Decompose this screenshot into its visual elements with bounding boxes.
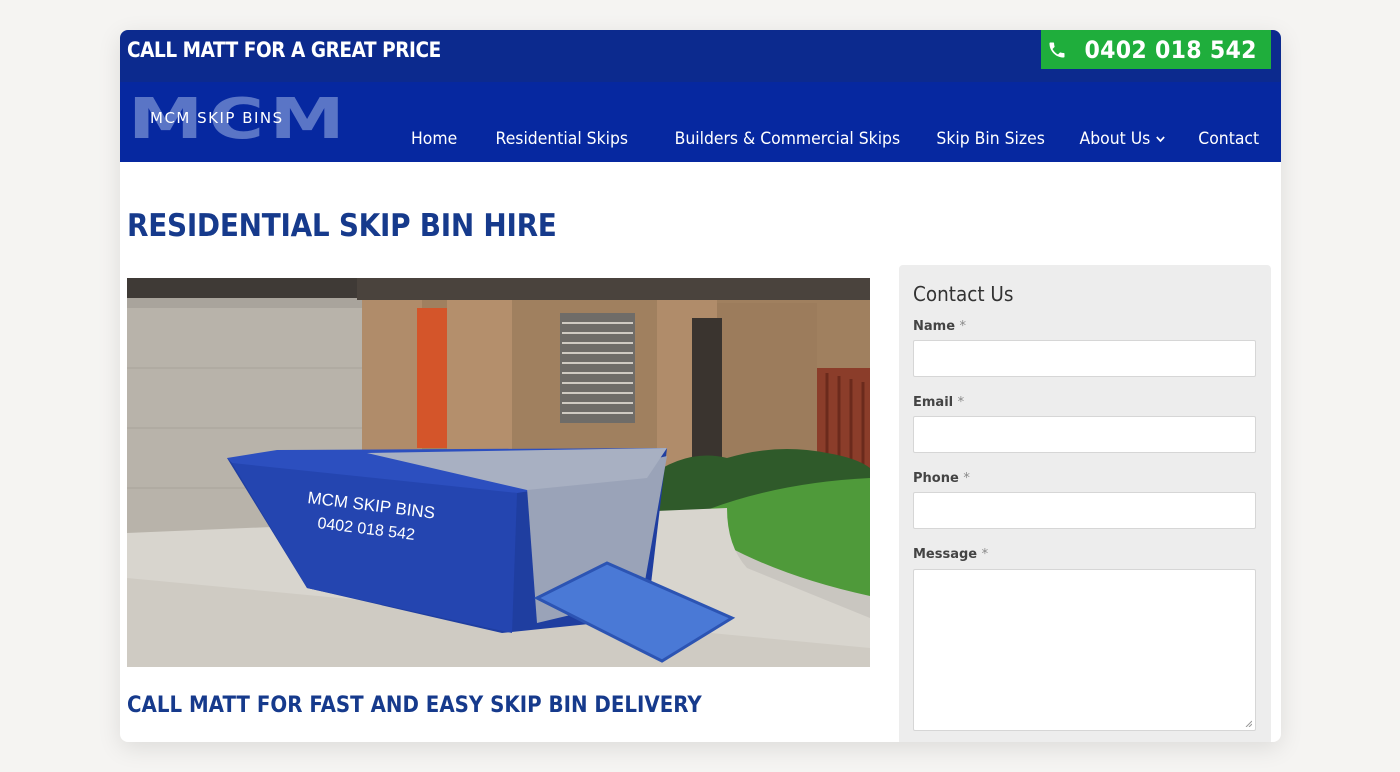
contact-form: Contact Us Name * Email * Phone * Messag… bbox=[899, 265, 1271, 742]
phone-label-text: Phone bbox=[913, 471, 959, 486]
phone-label: Phone * bbox=[913, 471, 970, 486]
nav-label: Contact bbox=[1198, 129, 1259, 149]
site-logo[interactable]: MCM MCM SKIP BINS bbox=[128, 90, 356, 150]
name-label: Name * bbox=[913, 319, 966, 334]
nav-label: About Us bbox=[1079, 129, 1151, 149]
required-mark: * bbox=[957, 395, 965, 410]
nav-home[interactable]: Home bbox=[411, 129, 457, 149]
page-title: RESIDENTIAL SKIP BIN HIRE bbox=[127, 208, 557, 244]
phone-field[interactable] bbox=[913, 492, 1256, 529]
required-mark: * bbox=[963, 471, 970, 486]
required-mark: * bbox=[981, 547, 989, 562]
chevron-down-icon bbox=[1156, 136, 1165, 143]
contact-form-title: Contact Us bbox=[913, 282, 1014, 306]
required-mark: * bbox=[959, 319, 967, 334]
nav-label: Home bbox=[410, 129, 457, 149]
site-header: MCM MCM SKIP BINS Home Residential Skips… bbox=[120, 82, 1281, 162]
email-label: Email * bbox=[913, 395, 964, 410]
nav-about-us[interactable]: About Us bbox=[1079, 129, 1165, 149]
page-subheading: CALL MATT FOR FAST AND EASY SKIP BIN DEL… bbox=[127, 693, 702, 718]
name-field[interactable] bbox=[913, 340, 1256, 377]
message-label-text: Message bbox=[913, 547, 978, 562]
email-label-text: Email bbox=[913, 395, 954, 410]
page-card: CALL MATT FOR A GREAT PRICE 0402 018 542… bbox=[120, 30, 1281, 742]
logo-text: MCM SKIP BINS bbox=[150, 109, 284, 127]
main-nav: Home Residential Skips Builders & Commer… bbox=[380, 129, 1259, 149]
nav-label: Builders & Commercial Skips bbox=[674, 129, 901, 149]
phone-number: 0402 018 542 bbox=[1084, 35, 1258, 64]
phone-icon bbox=[1049, 42, 1065, 57]
top-bar: CALL MATT FOR A GREAT PRICE 0402 018 542 bbox=[120, 30, 1281, 82]
nav-contact[interactable]: Contact bbox=[1198, 129, 1259, 149]
phone-call-button[interactable]: 0402 018 542 bbox=[1041, 30, 1271, 69]
email-field[interactable] bbox=[913, 416, 1256, 453]
topbar-tagline: CALL MATT FOR A GREAT PRICE bbox=[127, 38, 441, 62]
nav-builders-commercial-skips[interactable]: Builders & Commercial Skips bbox=[674, 129, 900, 149]
nav-skip-bin-sizes[interactable]: Skip Bin Sizes bbox=[936, 129, 1044, 149]
message-field[interactable] bbox=[913, 569, 1256, 731]
name-label-text: Name bbox=[913, 319, 956, 334]
hero-image: MCM SKIP BINS 0402 018 542 bbox=[127, 278, 870, 667]
nav-label: Residential Skips bbox=[495, 129, 628, 149]
message-label: Message * bbox=[913, 547, 988, 562]
skip-bin-photo: MCM SKIP BINS 0402 018 542 bbox=[127, 278, 870, 667]
nav-label: Skip Bin Sizes bbox=[936, 129, 1045, 149]
nav-residential-skips[interactable]: Residential Skips bbox=[495, 129, 628, 149]
resize-handle-icon[interactable] bbox=[1244, 719, 1252, 727]
